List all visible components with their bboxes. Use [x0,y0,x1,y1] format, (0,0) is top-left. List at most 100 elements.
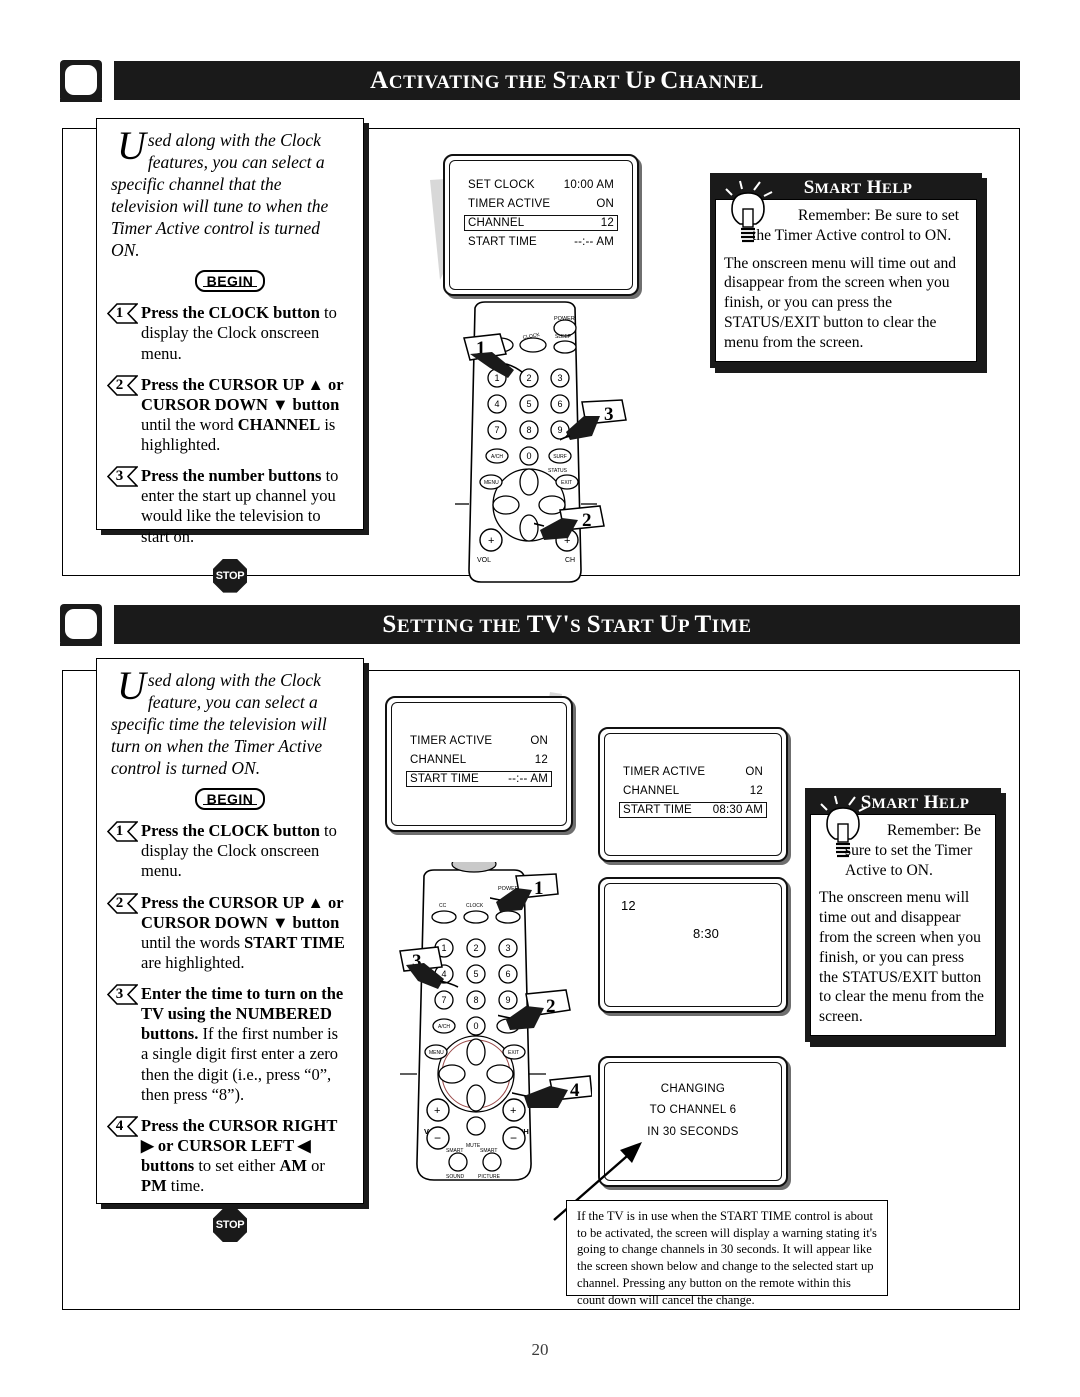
menu-row: CHANNEL 12 [406,752,552,768]
menu-value: --:-- AM [508,773,548,785]
section-2-step-2: 2 Press the CURSOR UP ▲ or CURSOR DOWN ▼… [107,893,349,974]
menu-value: 12 [749,785,763,797]
step-text: Press the CURSOR UP ▲ or CURSOR DOWN ▼ b… [141,374,344,455]
section-2-tv-menu-1: TIMER ACTIVE ON CHANNEL 12 START TIME --:--… [391,702,567,826]
svg-text:0: 0 [473,1021,478,1031]
step-number: 1 [115,823,124,840]
svg-text:2: 2 [582,510,592,531]
svg-text:8: 8 [473,995,478,1005]
svg-text:SLEEP: SLEEP [555,334,572,340]
section-2-intro: Used along with the Clock feature, you c… [111,666,349,779]
tv-channel-display: 12 [621,898,636,913]
tv-time-display: 8:30 [693,926,720,941]
step-text: Press the CLOCK button to display the Cl… [141,821,337,881]
svg-text:4: 4 [570,1080,580,1101]
svg-text:7: 7 [494,425,499,435]
step-number-badge: 1 [107,303,138,325]
svg-text:STATUS: STATUS [548,468,568,474]
step-number: 2 [115,376,124,393]
section-2-step-1: 1 Press the CLOCK button to display the … [107,821,349,881]
warning-line: CHANGING [660,1083,726,1095]
menu-value: 12 [600,217,614,229]
svg-text:SOUND: SOUND [446,1174,464,1180]
note-text: If the TV is in use when the START TIME … [577,1209,877,1307]
svg-text:6: 6 [505,969,510,979]
menu-value: ON [530,735,548,747]
step-number: 3 [115,468,124,485]
section-1-header: ACTIVATING THE START UP CHANNEL [60,60,1020,102]
menu-row-highlighted: CHANNEL 12 [464,215,618,231]
section-1-tv-screen: SET CLOCK 10:00 AM TIMER ACTIVE ON CHANNEL… [443,154,639,296]
section-1-begin-wrap: BEGIN [111,270,349,293]
svg-text:2: 2 [546,996,556,1017]
menu-row: TIMER ACTIVE ON [464,196,618,212]
menu-label: TIMER ACTIVE [410,735,493,747]
step-text: Press the number buttons to enter the st… [141,466,339,546]
tv-icon [60,60,102,102]
section-2-step-4: 4 Press the CURSOR RIGHT ▶ or CURSOR LEF… [107,1115,349,1197]
section-1-intro: Used along with the Clock features, you … [111,123,349,261]
menu-label: CHANNEL [410,754,467,766]
step-number-badge: 3 [107,984,138,1005]
menu-row: CHANNEL 12 [619,783,767,799]
section-2-smart-help: SMART HELP SMART HELP Remember: Be sure … [805,788,1001,1042]
section-2-title: SETTING THE TV'S START UP TIME [382,610,752,638]
section-2-begin-wrap: BEGIN [111,788,349,811]
svg-text:3: 3 [604,404,614,425]
svg-text:SMART: SMART [446,1148,463,1154]
step-number: 3 [115,986,124,1003]
section-2-instructions: Used along with the Clock feature, you c… [96,658,364,1243]
section-2-note-box: If the TV is in use when the START TIME … [566,1200,888,1307]
section-1-stop-wrap: STOP [111,558,349,598]
menu-label: START TIME [410,773,479,785]
svg-text:5: 5 [526,399,531,409]
section-2-callout-2: 2 [491,988,572,1051]
svg-text:MENU: MENU [484,480,499,486]
step-number-badge: 1 [107,821,138,843]
menu-row: TIMER ACTIVE ON [406,733,552,749]
section-1-callout-1: 1 [462,332,532,397]
svg-text:5: 5 [473,969,478,979]
menu-row: START TIME --:-- AM [464,234,618,250]
menu-label: START TIME [623,804,692,816]
svg-text:−: − [510,1131,517,1145]
menu-value: --:-- AM [574,236,614,248]
step-text: Press the CLOCK button to display the Cl… [141,303,337,363]
svg-text:3: 3 [505,943,510,953]
menu-label: CHANNEL [623,785,680,797]
section-1-dropcap: U [117,123,146,168]
section-1-callout-3: 3 [555,398,630,461]
step-text: Press the CURSOR RIGHT ▶ or CURSOR LEFT … [141,1115,338,1196]
section-2-callout-4: 4 [507,1068,593,1131]
menu-value: 08:30 AM [712,804,763,816]
menu-label: SET CLOCK [468,179,535,191]
menu-label: START TIME [468,236,537,248]
smart-help-paragraph: The onscreen menu will time out and disa… [724,254,957,351]
svg-text:SMART: SMART [480,1148,497,1154]
svg-text:8: 8 [526,425,531,435]
section-2-stop-wrap: STOP [111,1208,349,1247]
section-2-header: SETTING THE TV'S START UP TIME [60,604,1020,646]
tv-icon [60,604,102,646]
section-1-title: ACTIVATING THE START UP CHANNEL [370,66,764,94]
svg-text:PICTURE: PICTURE [478,1174,501,1180]
section-2-tv-screen-2: TIMER ACTIVE ON CHANNEL 12 START TIME 08:30… [598,727,788,862]
section-2-tv-screen-plain: 12 8:30 [598,877,788,1013]
svg-text:+: + [434,1105,440,1117]
svg-text:A/CH: A/CH [438,1024,450,1030]
stop-icon: STOP [213,1208,247,1243]
section-1-step-1: 1 Press the CLOCK button to display the … [107,303,349,363]
svg-text:1: 1 [534,878,544,899]
section-2-tv-menu-2: TIMER ACTIVE ON CHANNEL 12 START TIME 08:30… [604,733,782,856]
svg-text:0: 0 [526,451,531,461]
svg-text:+: + [488,535,494,547]
svg-text:POWER: POWER [554,316,575,322]
section-2-tv-plain-inner: 12 8:30 [604,883,782,1007]
section-1-callout-2: 2 [527,500,606,557]
step-number: 4 [115,1117,124,1134]
smart-help-body: Remember: Be sure to set the Timer Activ… [715,180,977,362]
step-text: Enter the time to turn on the TV using t… [141,984,344,1104]
stop-icon: STOP [213,558,247,593]
menu-row: TIMER ACTIVE ON [619,764,767,780]
svg-text:CLOCK: CLOCK [466,903,484,909]
